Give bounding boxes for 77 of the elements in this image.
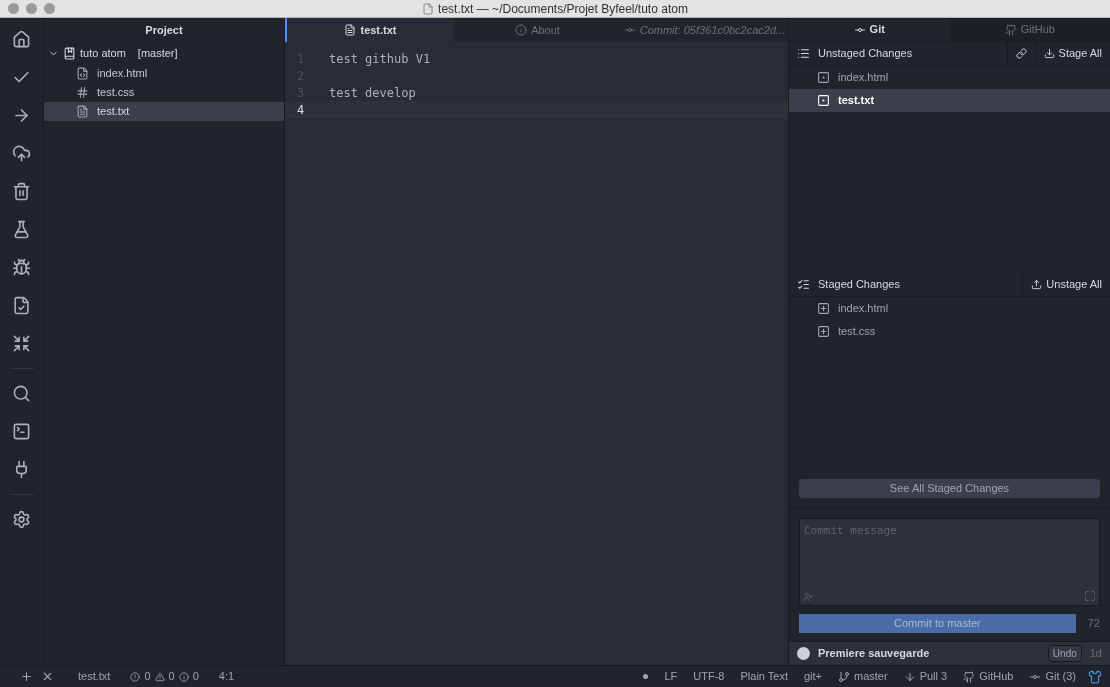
cursor-position[interactable]: 4:1 (218, 668, 235, 685)
close-icon[interactable] (41, 670, 54, 683)
editor-tab[interactable]: test.txt (285, 18, 454, 42)
css-file-icon (76, 86, 89, 99)
window-title: test.txt — ~/Documents/Projet Byfeel/tuto atom (438, 0, 688, 18)
error-count[interactable]: 0 (144, 668, 151, 685)
status-item[interactable]: Plain Text (740, 668, 788, 685)
see-all-button[interactable]: See All Staged Changes (799, 478, 1100, 498)
panel-tab[interactable]: GitHub (949, 18, 1110, 41)
status-item[interactable]: GitHub (963, 668, 1014, 685)
status-item[interactable]: Git (3) (1029, 668, 1076, 685)
unstage-icon (1031, 279, 1043, 290)
commit-message: Premiere sauvegarde (818, 646, 931, 662)
status-item[interactable]: LF (664, 668, 678, 685)
status-item[interactable]: UTF-8 (693, 668, 725, 685)
trash-icon[interactable] (12, 182, 31, 201)
bug-icon[interactable] (12, 258, 31, 277)
stage-action-button[interactable]: Unstage All (1022, 273, 1110, 296)
link-icon[interactable] (1015, 48, 1027, 59)
github-icon (963, 670, 976, 683)
file-icon (344, 24, 357, 36)
collapse-icon[interactable] (12, 334, 31, 353)
panel-title[interactable]: Project (44, 18, 284, 42)
avatar (797, 647, 810, 660)
info-icon (515, 24, 528, 36)
warning-icon (154, 671, 165, 682)
html-file-icon (76, 67, 89, 80)
list-icon (797, 47, 810, 60)
arrow-down-icon (903, 670, 916, 683)
repository-icon (63, 46, 76, 60)
file-item[interactable]: test.css (44, 83, 284, 102)
code-text: test develop (328, 84, 416, 102)
undo-button[interactable]: Undo (1047, 645, 1082, 662)
changed-file[interactable]: index.html (789, 297, 1110, 320)
recent-commit[interactable]: Premiere sauvegarde Undo 1d (789, 641, 1110, 665)
added-icon (817, 302, 830, 315)
status-item[interactable]: git+ (804, 668, 823, 685)
commit-age: 1d (1089, 646, 1102, 662)
info-count[interactable]: 0 (192, 668, 199, 685)
settings-icon[interactable] (12, 510, 31, 529)
folder-name[interactable]: tuto atom (80, 44, 126, 62)
panel-tab[interactable]: Git (789, 18, 950, 41)
search-icon[interactable] (12, 384, 31, 403)
error-icon (130, 671, 141, 682)
current-file[interactable]: test.txt (78, 668, 111, 685)
add-icon[interactable] (20, 670, 33, 683)
status-item[interactable]: master (838, 668, 888, 685)
character-count: 72 (1087, 616, 1100, 632)
text-file-icon (76, 105, 89, 118)
flask-icon[interactable] (12, 220, 31, 239)
section-title: Unstaged Changes (818, 46, 913, 62)
status-item[interactable]: Pull 3 (903, 668, 948, 685)
document-icon (422, 2, 435, 15)
section-title: Staged Changes (818, 277, 900, 293)
shirt-icon[interactable] (1088, 669, 1102, 684)
checklist-icon[interactable] (12, 296, 31, 315)
line-number: 4 (296, 101, 306, 119)
changed-file[interactable]: index.html (789, 66, 1110, 89)
changed-file[interactable]: test.txt (789, 89, 1110, 112)
list-checked-icon (797, 278, 810, 291)
modified-icon (817, 71, 830, 84)
info-icon (178, 671, 189, 682)
file-item[interactable]: index.html (44, 64, 284, 83)
code-text: test github V1 (328, 50, 431, 68)
home-icon[interactable] (12, 30, 31, 49)
warning-count[interactable]: 0 (168, 668, 175, 685)
file-item[interactable]: test.txt (44, 102, 284, 121)
changed-file[interactable]: test.css (789, 320, 1110, 343)
branch-label: [master] (137, 45, 178, 61)
github-icon (1004, 23, 1017, 36)
modified-icon (817, 94, 830, 107)
terminal-icon[interactable] (12, 422, 31, 441)
added-icon (817, 325, 830, 338)
stage-action-button[interactable]: Stage All (1034, 42, 1110, 65)
branch-icon (838, 670, 851, 683)
stage-icon (1043, 48, 1055, 59)
cloud-upload-icon[interactable] (12, 144, 31, 163)
